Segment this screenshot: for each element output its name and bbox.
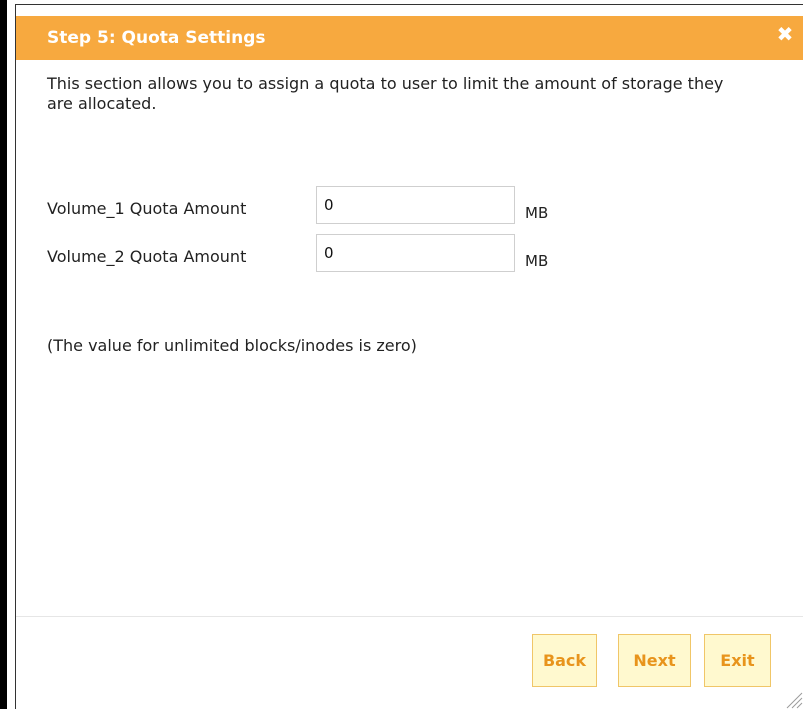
footer-divider [16,616,803,617]
next-button[interactable]: Next [618,634,691,687]
volume-2-quota-row: Volume_2 Quota Amount MB [47,234,767,274]
volume-1-quota-input[interactable] [316,186,515,224]
section-description: This section allows you to assign a quot… [47,74,724,113]
resize-grip-icon[interactable] [783,689,803,709]
unlimited-note: (The value for unlimited blocks/inodes i… [47,336,417,355]
quota-settings-dialog: Step 5: Quota Settings ✖ This section al… [15,4,803,709]
dialog-title: Step 5: Quota Settings [47,28,266,48]
volume-2-quota-unit: MB [525,252,549,270]
back-button[interactable]: Back [532,634,597,687]
page: Step 5: Quota Settings ✖ This section al… [0,0,803,709]
close-icon[interactable]: ✖ [773,22,797,46]
volume-2-quota-label: Volume_2 Quota Amount [47,247,247,266]
dialog-titlebar[interactable]: Step 5: Quota Settings ✖ [16,16,803,60]
exit-button[interactable]: Exit [704,634,771,687]
volume-2-quota-input[interactable] [316,234,515,272]
background-window-edge [0,0,7,709]
volume-1-quota-unit: MB [525,204,549,222]
volume-1-quota-label: Volume_1 Quota Amount [47,199,247,218]
volume-1-quota-row: Volume_1 Quota Amount MB [47,186,767,226]
